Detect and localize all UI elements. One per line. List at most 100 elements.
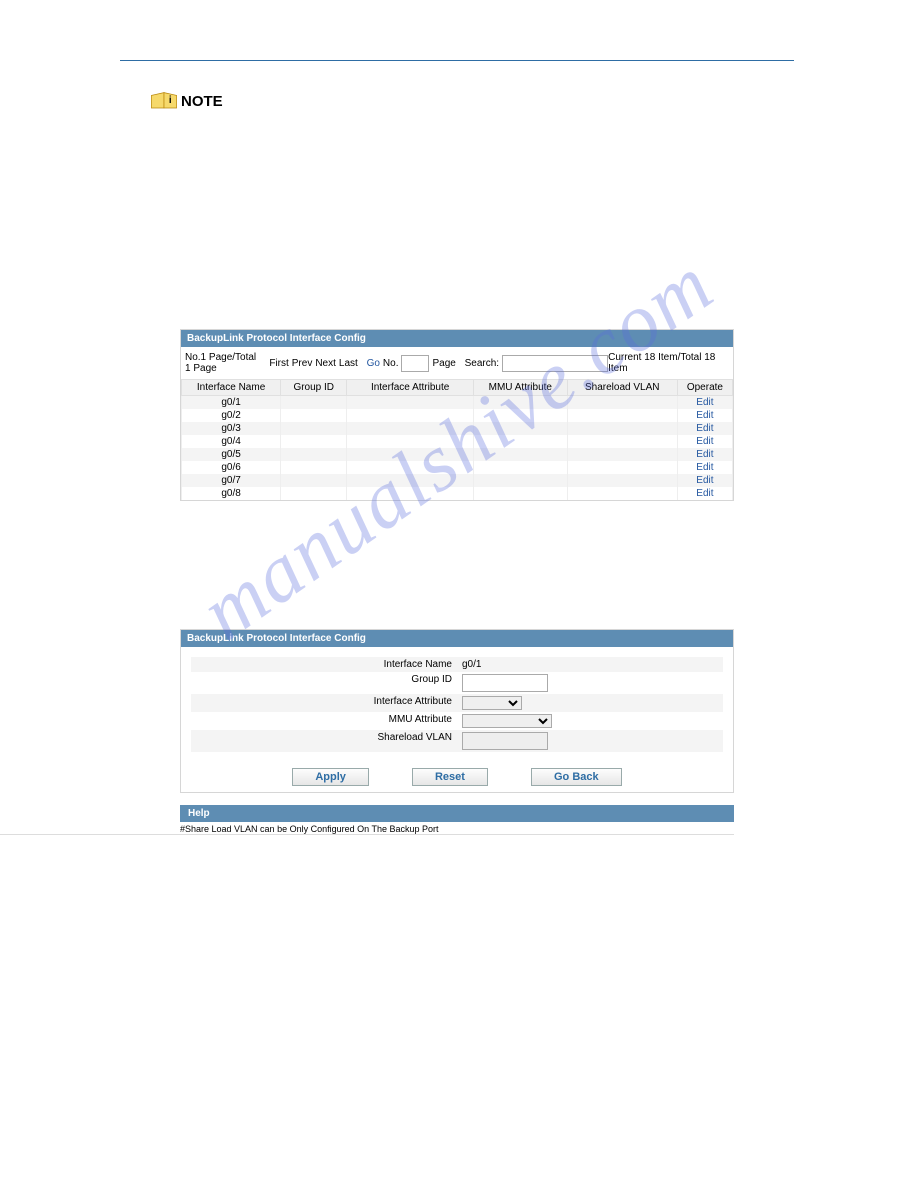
cell-group-id bbox=[281, 409, 347, 422]
interface-table: Interface Name Group ID Interface Attrib… bbox=[181, 379, 733, 500]
nav-next[interactable]: Next bbox=[315, 358, 336, 369]
edit-link[interactable]: Edit bbox=[696, 462, 713, 473]
help-text: #Share Load VLAN can be Only Configured … bbox=[0, 822, 734, 835]
edit-link[interactable]: Edit bbox=[696, 488, 713, 499]
cell-interface-name: g0/3 bbox=[182, 422, 281, 435]
label-shareload-vlan: Shareload VLAN bbox=[252, 732, 462, 750]
edit-link[interactable]: Edit bbox=[696, 436, 713, 447]
table-row: g0/7 Edit bbox=[182, 474, 733, 487]
col-operate: Operate bbox=[677, 380, 732, 396]
cell-group-id bbox=[281, 435, 347, 448]
cell-interface-attr bbox=[347, 487, 474, 500]
nav-prev[interactable]: Prev bbox=[292, 358, 313, 369]
panel-title: BackupLink Protocol Interface Config bbox=[181, 330, 733, 347]
cell-interface-name: g0/8 bbox=[182, 487, 281, 500]
edit-link[interactable]: Edit bbox=[696, 449, 713, 460]
svg-text:i: i bbox=[169, 95, 172, 106]
value-interface-name: g0/1 bbox=[462, 659, 662, 670]
col-interface-name: Interface Name bbox=[182, 380, 281, 396]
cell-group-id bbox=[281, 448, 347, 461]
cell-interface-name: g0/5 bbox=[182, 448, 281, 461]
note-icon: i bbox=[150, 91, 178, 111]
search-input[interactable] bbox=[502, 355, 608, 372]
cell-shareload-vlan bbox=[567, 448, 677, 461]
cell-mmu-attr bbox=[474, 435, 568, 448]
table-row: g0/6 Edit bbox=[182, 461, 733, 474]
horizontal-rule bbox=[120, 60, 794, 61]
label-mmu-attribute: MMU Attribute bbox=[252, 714, 462, 728]
table-row: g0/2 Edit bbox=[182, 409, 733, 422]
col-group-id: Group ID bbox=[281, 380, 347, 396]
note-label: NOTE bbox=[181, 93, 223, 110]
page-no-input[interactable] bbox=[401, 355, 429, 372]
table-row: g0/3 Edit bbox=[182, 422, 733, 435]
cell-shareload-vlan bbox=[567, 435, 677, 448]
input-shareload-vlan bbox=[462, 732, 548, 750]
col-mmu-attr: MMU Attribute bbox=[474, 380, 568, 396]
toolbar: No.1 Page/Total 1 Page First Prev Next L… bbox=[181, 347, 733, 379]
note-callout: i NOTE bbox=[150, 91, 914, 111]
edit-link[interactable]: Edit bbox=[696, 423, 713, 434]
reset-button[interactable]: Reset bbox=[412, 768, 488, 786]
edit-link[interactable]: Edit bbox=[696, 410, 713, 421]
cell-shareload-vlan bbox=[567, 461, 677, 474]
page-label: Page bbox=[432, 358, 455, 369]
input-group-id[interactable] bbox=[462, 674, 548, 692]
table-row: g0/1 Edit bbox=[182, 396, 733, 410]
interface-list-panel: BackupLink Protocol Interface Config No.… bbox=[180, 329, 734, 501]
cell-interface-attr bbox=[347, 474, 474, 487]
cell-shareload-vlan bbox=[567, 422, 677, 435]
label-group-id: Group ID bbox=[252, 674, 462, 692]
cell-mmu-attr bbox=[474, 474, 568, 487]
cell-group-id bbox=[281, 396, 347, 410]
cell-group-id bbox=[281, 422, 347, 435]
select-mmu-attribute[interactable] bbox=[462, 714, 552, 728]
col-shareload-vlan: Shareload VLAN bbox=[567, 380, 677, 396]
help-title: Help bbox=[180, 805, 734, 822]
cell-interface-attr bbox=[347, 448, 474, 461]
cell-shareload-vlan bbox=[567, 487, 677, 500]
cell-interface-name: g0/6 bbox=[182, 461, 281, 474]
cell-interface-name: g0/4 bbox=[182, 435, 281, 448]
cell-mmu-attr bbox=[474, 461, 568, 474]
panel-title: BackupLink Protocol Interface Config bbox=[181, 630, 733, 647]
cell-interface-attr bbox=[347, 396, 474, 410]
cell-group-id bbox=[281, 487, 347, 500]
cell-interface-name: g0/1 bbox=[182, 396, 281, 410]
col-interface-attr: Interface Attribute bbox=[347, 380, 474, 396]
cell-mmu-attr bbox=[474, 396, 568, 410]
cell-shareload-vlan bbox=[567, 409, 677, 422]
cell-mmu-attr bbox=[474, 487, 568, 500]
goback-button[interactable]: Go Back bbox=[531, 768, 622, 786]
apply-button[interactable]: Apply bbox=[292, 768, 369, 786]
label-interface-attribute: Interface Attribute bbox=[252, 696, 462, 710]
cell-interface-attr bbox=[347, 422, 474, 435]
label-interface-name: Interface Name bbox=[252, 659, 462, 670]
cell-interface-name: g0/2 bbox=[182, 409, 281, 422]
nav-first[interactable]: First bbox=[269, 358, 288, 369]
cell-interface-name: g0/7 bbox=[182, 474, 281, 487]
cell-mmu-attr bbox=[474, 422, 568, 435]
select-interface-attribute[interactable] bbox=[462, 696, 522, 710]
cell-interface-attr bbox=[347, 409, 474, 422]
no-label: No. bbox=[383, 358, 399, 369]
cell-interface-attr bbox=[347, 461, 474, 474]
edit-link[interactable]: Edit bbox=[696, 397, 713, 408]
search-label: Search: bbox=[465, 358, 499, 369]
pager-text: No.1 Page/Total 1 Page bbox=[185, 352, 261, 374]
table-row: g0/5 Edit bbox=[182, 448, 733, 461]
go-link[interactable]: Go bbox=[367, 358, 380, 369]
cell-mmu-attr bbox=[474, 448, 568, 461]
cell-interface-attr bbox=[347, 435, 474, 448]
table-row: g0/4 Edit bbox=[182, 435, 733, 448]
cell-shareload-vlan bbox=[567, 396, 677, 410]
interface-edit-panel: BackupLink Protocol Interface Config Int… bbox=[180, 629, 734, 793]
cell-shareload-vlan bbox=[567, 474, 677, 487]
cell-mmu-attr bbox=[474, 409, 568, 422]
nav-last[interactable]: Last bbox=[339, 358, 358, 369]
edit-link[interactable]: Edit bbox=[696, 475, 713, 486]
item-status: Current 18 Item/Total 18 Item bbox=[608, 352, 729, 374]
cell-group-id bbox=[281, 474, 347, 487]
table-row: g0/8 Edit bbox=[182, 487, 733, 500]
cell-group-id bbox=[281, 461, 347, 474]
